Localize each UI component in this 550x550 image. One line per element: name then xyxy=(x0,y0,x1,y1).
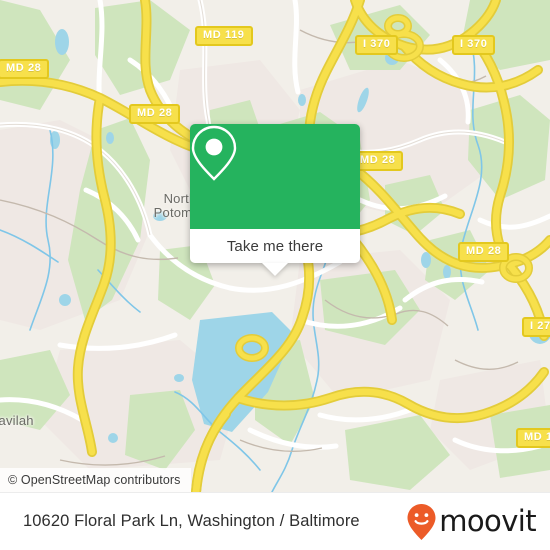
callout-pin-area xyxy=(190,124,360,229)
moovit-pin-smiley-icon xyxy=(407,503,436,540)
map-canvas[interactable]: North Potomac ravilah MD 119 I 370 I 370… xyxy=(0,0,550,492)
shield-md-28-right[interactable]: MD 28 xyxy=(458,242,510,262)
footer-bar: 10620 Floral Park Ln, Washington / Balti… xyxy=(0,492,550,550)
attribution-text: © OpenStreetMap contributors xyxy=(8,473,181,487)
shield-md-28-topleft[interactable]: MD 28 xyxy=(0,59,50,79)
moovit-logo[interactable]: moovit xyxy=(406,503,537,541)
map-pin-icon xyxy=(191,125,237,181)
shield-md-119[interactable]: MD 119 xyxy=(195,26,253,46)
shield-md-189[interactable]: MD 1 xyxy=(516,428,550,448)
location-callout-card[interactable]: Take me there xyxy=(190,124,360,276)
callout-tail xyxy=(262,263,288,276)
moovit-wordmark: moovit xyxy=(439,504,536,538)
shield-i-370-right[interactable]: I 370 xyxy=(452,35,496,55)
address-label: 10620 Floral Park Ln, Washington / Balti… xyxy=(23,512,360,530)
callout-action-area[interactable]: Take me there xyxy=(190,229,360,276)
shield-i-370-left[interactable]: I 370 xyxy=(355,35,399,55)
footer-map-watermark xyxy=(0,492,550,493)
map-screenshot: North Potomac ravilah MD 119 I 370 I 370… xyxy=(0,0,550,550)
shield-i-270[interactable]: I 270 xyxy=(522,317,550,337)
take-me-there-label: Take me there xyxy=(226,237,324,255)
map-attribution[interactable]: © OpenStreetMap contributors xyxy=(0,468,191,492)
shield-md-28-top[interactable]: MD 28 xyxy=(129,104,181,124)
